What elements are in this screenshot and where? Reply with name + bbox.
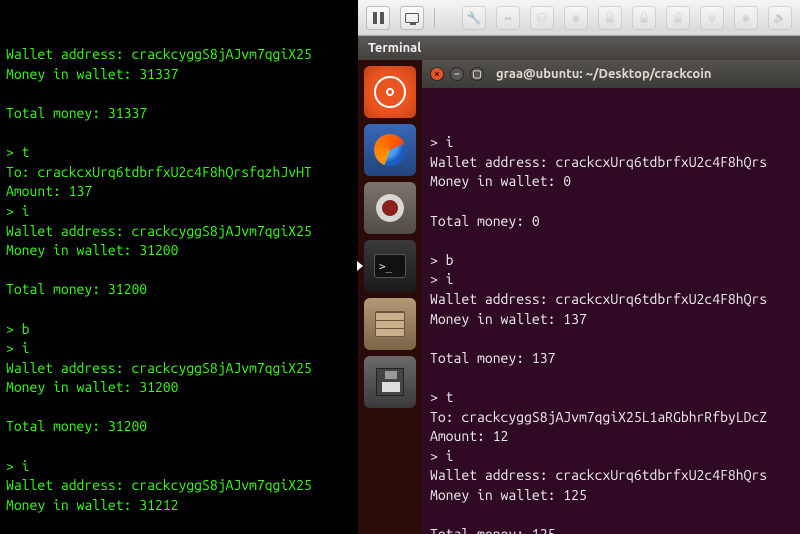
ubuntu-logo-icon xyxy=(374,76,406,108)
ubuntu-desktop: Terminal × – ▢ graa@ubuntu: ~/Desktop/cr… xyxy=(358,36,800,534)
ubuntu-terminal-body[interactable]: > i Wallet address: crackcxUrq6tdbrfxU2c… xyxy=(422,88,800,534)
ubuntu-terminal-window[interactable]: × – ▢ graa@ubuntu: ~/Desktop/crackcoin >… xyxy=(422,60,800,534)
file-manager-icon xyxy=(375,311,405,337)
usb-button[interactable] xyxy=(700,6,724,30)
window-maximize-button[interactable]: ▢ xyxy=(470,67,484,81)
lock1-button[interactable] xyxy=(598,6,622,30)
launcher-settings[interactable] xyxy=(364,182,416,234)
ubuntu-terminal-titlebar[interactable]: × – ▢ graa@ubuntu: ~/Desktop/crackcoin xyxy=(422,60,800,88)
gear-icon xyxy=(376,194,404,222)
ubuntu-top-panel[interactable]: Terminal xyxy=(358,36,800,60)
snapshot-button[interactable] xyxy=(400,6,424,30)
hdd-button[interactable] xyxy=(530,6,554,30)
window-close-button[interactable]: × xyxy=(430,67,444,81)
disc-icon xyxy=(572,11,579,25)
left-terminal-window[interactable]: Wallet address: crackcyggS8jAJvm7qgiX25 … xyxy=(0,0,358,534)
audio-button[interactable] xyxy=(768,6,792,30)
lock-icon xyxy=(603,11,617,24)
shared-button[interactable] xyxy=(734,6,758,30)
floppy-icon xyxy=(376,368,404,396)
optical-button[interactable] xyxy=(564,6,588,30)
disc-icon xyxy=(742,11,749,25)
settings-button[interactable] xyxy=(462,6,486,30)
vm-window: Terminal × – ▢ graa@ubuntu: ~/Desktop/cr… xyxy=(358,0,800,534)
unity-launcher xyxy=(358,60,422,534)
lock3-button[interactable] xyxy=(666,6,690,30)
usb-icon xyxy=(709,11,716,24)
launcher-dash[interactable] xyxy=(364,66,416,118)
launcher-firefox[interactable] xyxy=(364,124,416,176)
launcher-save[interactable] xyxy=(364,356,416,408)
disk-icon xyxy=(537,11,547,25)
active-app-label: Terminal xyxy=(368,41,421,55)
wrench-icon xyxy=(467,11,482,25)
window-minimize-button[interactable]: – xyxy=(450,67,464,81)
lock2-button[interactable] xyxy=(632,6,656,30)
firefox-icon xyxy=(374,134,406,166)
pause-vm-button[interactable] xyxy=(366,6,390,30)
speaker-icon xyxy=(773,11,787,24)
lock-icon xyxy=(671,11,685,24)
ubuntu-terminal-title: graa@ubuntu: ~/Desktop/crackcoin xyxy=(496,67,711,81)
terminal-icon xyxy=(374,254,406,278)
vm-host-toolbar xyxy=(358,0,800,36)
left-terminal-output: Wallet address: crackcyggS8jAJvm7qgiX25 … xyxy=(6,45,352,534)
network-button[interactable] xyxy=(496,6,520,30)
launcher-terminal[interactable] xyxy=(364,240,416,292)
lock-icon xyxy=(637,11,651,24)
screen-icon xyxy=(405,13,419,23)
launcher-files[interactable] xyxy=(364,298,416,350)
ubuntu-terminal-output: > i Wallet address: crackcxUrq6tdbrfxU2c… xyxy=(430,133,792,534)
toolbar-separator xyxy=(434,8,435,28)
pause-icon xyxy=(373,12,384,24)
arrows-icon xyxy=(504,11,511,25)
